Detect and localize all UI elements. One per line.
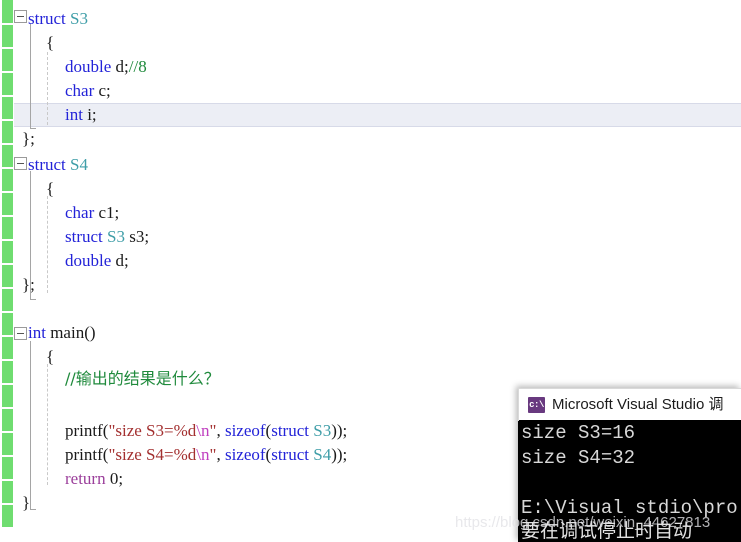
token-keyword: int <box>28 323 46 342</box>
token-brace: }; <box>22 275 35 294</box>
console-output-line: size S3=16 <box>521 422 636 444</box>
token-plain: c; <box>94 81 111 100</box>
code-line[interactable]: char c; <box>0 79 741 103</box>
token-plain: main() <box>45 323 96 342</box>
token-plain: )); <box>331 445 348 464</box>
token-keyword: struct <box>28 9 66 28</box>
token-keyword: char <box>65 81 95 100</box>
code-line[interactable]: { <box>0 31 741 55</box>
token-type: S3 <box>107 227 125 246</box>
console-output-line: size S4=32 <box>521 447 636 469</box>
token-keyword: struct <box>65 227 103 246</box>
code-line[interactable]: double d; <box>0 249 741 273</box>
code-editor[interactable]: struct S3 { double d;//8 char c; int i; … <box>0 0 741 542</box>
code-line[interactable]: int i; <box>0 103 741 127</box>
token-brace: { <box>46 33 55 52</box>
token-brace: { <box>46 179 55 198</box>
token-brace: } <box>22 493 31 512</box>
code-line[interactable]: double d;//8 <box>0 55 741 79</box>
token-string: "size S3=%d <box>108 421 197 440</box>
token-keyword: int <box>65 105 83 124</box>
token-plain: i; <box>82 105 97 124</box>
token-keyword: sizeof <box>224 421 266 440</box>
token-function: printf( <box>65 445 109 464</box>
token-control: return <box>65 469 106 488</box>
code-line[interactable] <box>0 297 741 321</box>
token-keyword: struct <box>271 445 309 464</box>
code-line[interactable]: int main() <box>0 321 741 345</box>
token-brace: }; <box>22 129 35 148</box>
code-line[interactable]: struct S3 <box>0 7 741 31</box>
code-line[interactable]: { <box>0 345 741 369</box>
token-plain: d; <box>111 57 129 76</box>
token-type: S4 <box>309 445 332 464</box>
console-window-title: Microsoft Visual Studio 调 <box>552 396 724 413</box>
token-keyword: double <box>65 57 112 76</box>
token-keyword: double <box>65 251 112 270</box>
token-keyword: struct <box>271 421 309 440</box>
console-output-line: 要在调试停止时自动 <box>521 520 693 542</box>
token-type: S3 <box>70 9 88 28</box>
token-brace: { <box>46 347 55 366</box>
token-keyword: sizeof <box>224 445 266 464</box>
token-comment: //输出的结果是什么？ <box>65 369 220 388</box>
token-escape: \n <box>196 421 210 440</box>
code-line[interactable]: struct S3 s3; <box>0 225 741 249</box>
token-plain: , <box>216 421 225 440</box>
console-title-bar[interactable]: c:\ Microsoft Visual Studio 调 <box>518 388 741 421</box>
code-line[interactable]: { <box>0 177 741 201</box>
console-output[interactable]: size S3=16 size S4=32 E:\Visual stdio\pr… <box>519 420 741 542</box>
token-string: "size S4=%d <box>108 445 197 464</box>
token-number: 0; <box>105 469 124 488</box>
token-keyword: struct <box>28 155 66 174</box>
console-window[interactable]: c:\ Microsoft Visual Studio 调 size S3=16… <box>518 388 741 542</box>
console-output-line: E:\Visual stdio\pro <box>521 497 738 519</box>
token-type: S3 <box>309 421 332 440</box>
code-line[interactable]: char c1; <box>0 201 741 225</box>
token-plain: , <box>216 445 225 464</box>
token-comment: //8 <box>128 57 147 76</box>
token-plain: d; <box>111 251 129 270</box>
code-line[interactable]: struct S4 <box>0 153 741 177</box>
token-keyword: char <box>65 203 95 222</box>
token-plain: s3; <box>125 227 150 246</box>
token-type: S4 <box>70 155 88 174</box>
token-plain: c1; <box>94 203 120 222</box>
token-escape: \n <box>196 445 210 464</box>
console-app-icon: c:\ <box>528 397 545 413</box>
code-line[interactable]: }; <box>0 127 741 151</box>
token-plain: )); <box>331 421 348 440</box>
code-line[interactable]: }; <box>0 273 741 297</box>
token-function: printf( <box>65 421 109 440</box>
